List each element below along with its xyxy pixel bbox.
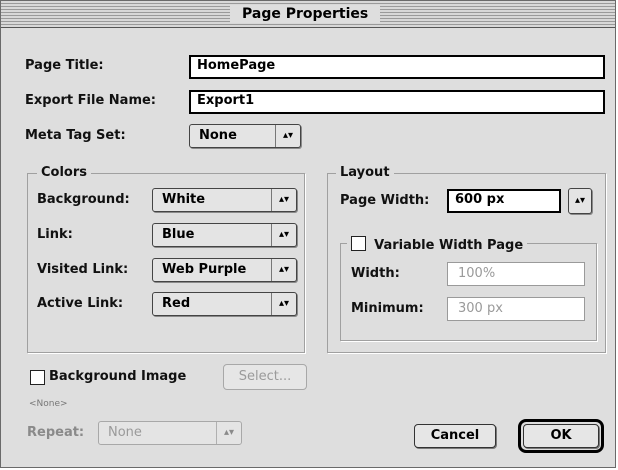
- layout-group-title: Layout: [336, 164, 394, 182]
- width-label: Width:: [351, 266, 400, 281]
- visited-link-color-popup[interactable]: Web Purple ▴▾: [152, 258, 297, 282]
- active-link-color-label: Active Link:: [37, 296, 124, 311]
- variable-width-group: [340, 243, 597, 341]
- visited-link-color-value: Web Purple: [162, 262, 247, 277]
- background-image-label: Background Image: [49, 369, 187, 384]
- repeat-label: Repeat:: [27, 425, 85, 440]
- repeat-popup[interactable]: None ▴▾: [98, 421, 242, 445]
- meta-tag-set-label: Meta Tag Set:: [25, 128, 126, 143]
- page-width-label: Page Width:: [340, 193, 430, 208]
- export-file-name-label: Export File Name:: [25, 93, 157, 108]
- link-color-value: Blue: [162, 227, 195, 242]
- active-link-color-popup[interactable]: Red ▴▾: [152, 292, 297, 316]
- popup-arrows-icon: ▴▾: [271, 189, 296, 211]
- minimum-label: Minimum:: [351, 301, 424, 316]
- page-title-label: Page Title:: [25, 58, 104, 73]
- stepper-arrows-icon: ▴▾: [574, 195, 586, 206]
- active-link-color-value: Red: [162, 296, 191, 311]
- ok-button[interactable]: OK: [523, 424, 599, 448]
- variable-width-label: Variable Width Page: [374, 238, 524, 253]
- variable-width-checkbox[interactable]: [351, 236, 366, 251]
- popup-arrows-icon: ▴▾: [275, 125, 300, 147]
- select-image-button[interactable]: Select...: [223, 364, 307, 390]
- cancel-button[interactable]: Cancel: [414, 424, 496, 448]
- background-color-label: Background:: [37, 192, 130, 207]
- page-title-field[interactable]: HomePage: [189, 55, 605, 79]
- link-color-label: Link:: [37, 227, 73, 242]
- link-color-popup[interactable]: Blue ▴▾: [152, 223, 297, 247]
- width-field[interactable]: 100%: [447, 262, 585, 286]
- popup-arrows-icon: ▴▾: [271, 293, 296, 315]
- background-color-value: White: [162, 192, 206, 207]
- meta-tag-set-popup[interactable]: None ▴▾: [189, 124, 301, 148]
- variable-width-heading: Variable Width Page: [347, 234, 528, 253]
- popup-arrows-icon: ▴▾: [216, 422, 241, 444]
- popup-arrows-icon: ▴▾: [271, 259, 296, 281]
- page-properties-dialog: Page Properties Page Title: HomePage Exp…: [0, 0, 616, 468]
- colors-group-title: Colors: [37, 164, 92, 182]
- page-width-field[interactable]: 600 px: [447, 189, 561, 213]
- meta-tag-set-value: None: [199, 128, 237, 143]
- repeat-value: None: [108, 425, 142, 440]
- background-color-popup[interactable]: White ▴▾: [152, 188, 297, 212]
- page-width-stepper[interactable]: ▴▾: [568, 188, 592, 214]
- background-image-checkbox[interactable]: [30, 370, 45, 385]
- popup-arrows-icon: ▴▾: [271, 224, 296, 246]
- visited-link-color-label: Visited Link:: [37, 262, 129, 277]
- title-bar[interactable]: Page Properties: [1, 1, 615, 28]
- minimum-field[interactable]: 300 px: [447, 297, 585, 321]
- background-image-file-note: <None>: [29, 399, 68, 409]
- export-file-name-field[interactable]: Export1: [189, 90, 605, 114]
- dialog-title: Page Properties: [230, 5, 381, 23]
